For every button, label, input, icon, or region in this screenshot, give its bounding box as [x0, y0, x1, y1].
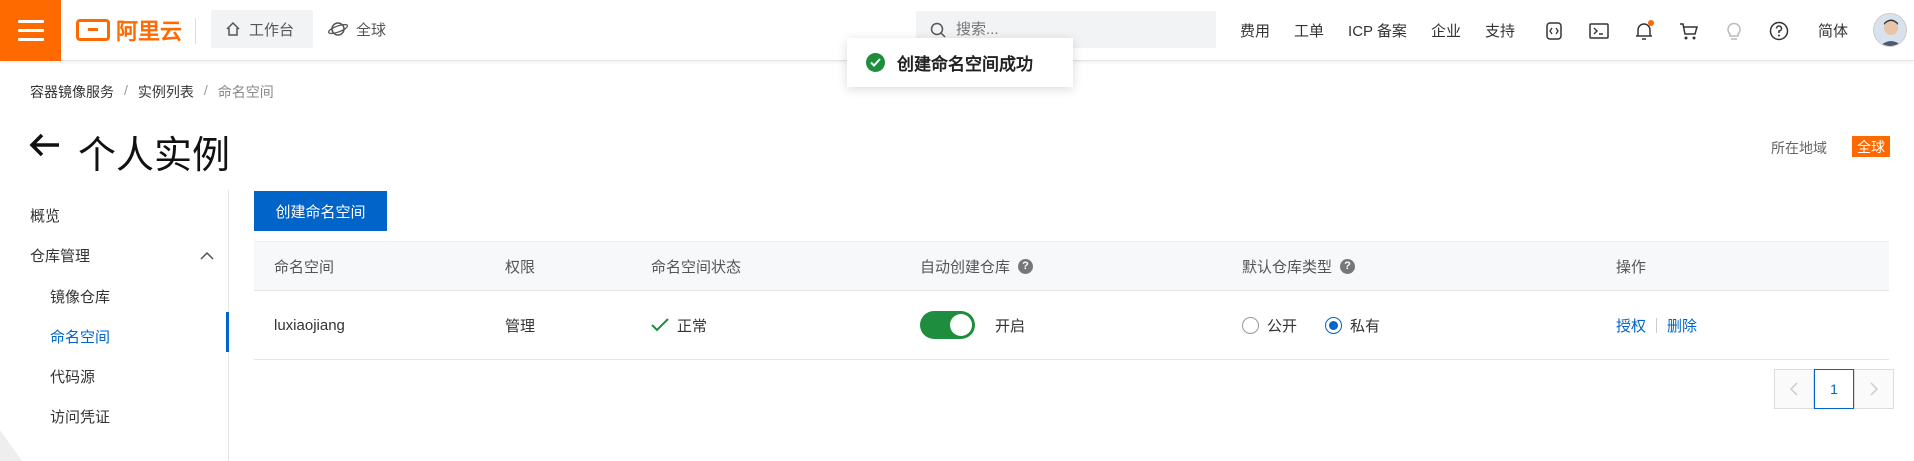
breadcrumb-instances[interactable]: 实例列表 [138, 82, 194, 102]
global-label: 全球 [356, 21, 387, 39]
search-icon [930, 22, 946, 38]
col-auto-create-label: 自动创建仓库 [920, 258, 1011, 276]
language-switch[interactable]: 简体 [1818, 0, 1848, 61]
page-number[interactable]: 1 [1814, 369, 1854, 409]
hamburger-menu-button[interactable] [0, 0, 61, 61]
logo-mark-icon [76, 19, 110, 41]
authorize-link[interactable]: 授权 [1616, 315, 1646, 336]
actions-cell: 授权 删除 [1616, 291, 1697, 359]
col-namespace: 命名空间 [274, 258, 335, 276]
chevron-up-icon[interactable] [200, 247, 214, 264]
sidebar-item-credentials[interactable]: 访问凭证 [50, 406, 110, 427]
sidebar-item-repositories[interactable]: 镜像仓库 [50, 286, 110, 307]
table-header: 命名空间 权限 命名空间状态 自动创建仓库 ? 默认仓库类型 ? 操作 [254, 241, 1889, 291]
auto-create-cell: 开启 [920, 291, 1025, 359]
region-badge: 全球 [1852, 136, 1890, 157]
link-support[interactable]: 支持 [1485, 20, 1515, 41]
active-indicator [226, 312, 229, 352]
global-region-button[interactable]: 全球 [328, 10, 386, 48]
radio-private[interactable] [1325, 316, 1343, 334]
region-label: 所在地域 [1771, 140, 1827, 156]
radio-public-label: 公开 [1267, 317, 1298, 335]
auto-create-toggle[interactable] [920, 311, 975, 339]
toast-message: 创建命名空间成功 [897, 55, 1033, 74]
breadcrumb-sep: / [124, 82, 128, 98]
radio-public[interactable] [1242, 316, 1259, 334]
page-title: 个人实例 [78, 135, 231, 177]
success-check-icon [866, 53, 885, 72]
status-cell: 正常 [651, 291, 707, 359]
col-actions: 操作 [1616, 258, 1647, 276]
status-value: 正常 [677, 317, 708, 335]
workbench-label: 工作台 [249, 21, 295, 39]
aliyun-logo[interactable]: 阿里云 [76, 15, 182, 45]
col-auto-create: 自动创建仓库 ? [920, 242, 1034, 290]
success-toast: 创建命名空间成功 [847, 38, 1073, 87]
bell-icon[interactable] [1633, 19, 1655, 42]
table-row: luxiaojiang 管理 正常 开启 公开 私有 授权 删除 [254, 291, 1889, 360]
avatar[interactable] [1873, 13, 1907, 47]
notification-dot [1648, 19, 1654, 26]
terminal-icon[interactable] [1588, 20, 1610, 42]
help-icon[interactable]: ? [1340, 258, 1356, 274]
col-default-type: 默认仓库类型 ? [1242, 242, 1356, 290]
home-icon [226, 21, 240, 36]
back-arrow-icon[interactable] [28, 132, 62, 162]
next-page-button[interactable] [1854, 369, 1894, 409]
chevron-left-icon [1790, 382, 1798, 396]
permission-value: 管理 [505, 317, 536, 335]
delete-link[interactable]: 删除 [1667, 315, 1697, 336]
breadcrumb-current: 命名空间 [217, 84, 274, 100]
col-status: 命名空间状态 [651, 258, 742, 276]
create-namespace-button[interactable]: 创建命名空间 [254, 191, 387, 231]
help-icon[interactable]: ? [1018, 258, 1034, 274]
top-icons [1543, 0, 1790, 61]
link-ticket[interactable]: 工单 [1294, 20, 1324, 41]
col-permission: 权限 [505, 258, 536, 276]
radio-private-label: 私有 [1350, 317, 1381, 335]
link-icp[interactable]: ICP 备案 [1348, 20, 1407, 41]
search-input[interactable] [956, 21, 1196, 38]
sidebar-item-code-source[interactable]: 代码源 [50, 366, 95, 387]
link-billing[interactable]: 费用 [1240, 20, 1270, 41]
sidebar-group-repo-mgmt[interactable]: 仓库管理 [30, 245, 90, 266]
link-enterprise[interactable]: 企业 [1431, 20, 1461, 41]
breadcrumb-cr[interactable]: 容器镜像服务 [30, 82, 114, 102]
sidebar-item-namespaces[interactable]: 命名空间 [50, 326, 110, 347]
auto-create-value: 开启 [995, 317, 1026, 335]
namespace-name: luxiaojiang [274, 316, 345, 334]
namespace-table: 命名空间 权限 命名空间状态 自动创建仓库 ? 默认仓库类型 ? 操作 luxi… [254, 241, 1889, 360]
workbench-button[interactable]: 工作台 [211, 10, 313, 48]
breadcrumb: 容器镜像服务 / 实例列表 / 命名空间 [30, 82, 274, 102]
col-default-type-label: 默认仓库类型 [1242, 258, 1333, 276]
breadcrumb-sep: / [203, 82, 208, 98]
lightbulb-icon[interactable] [1723, 20, 1745, 42]
globe-icon [328, 22, 348, 36]
cart-icon[interactable] [1678, 20, 1700, 42]
pagination: 1 [1774, 369, 1894, 409]
check-icon [651, 318, 669, 332]
sidebar [0, 190, 229, 461]
divider [1656, 317, 1658, 333]
divider [195, 18, 196, 44]
prev-page-button[interactable] [1774, 369, 1814, 409]
help-icon[interactable] [1768, 20, 1790, 42]
default-type-cell: 公开 私有 [1242, 291, 1380, 359]
chevron-right-icon [1870, 382, 1878, 396]
sidebar-item-overview[interactable]: 概览 [30, 205, 60, 226]
top-links: 费用 工单 ICP 备案 企业 支持 [1240, 0, 1515, 61]
code-icon[interactable] [1543, 20, 1565, 42]
logo-text: 阿里云 [116, 19, 183, 44]
corner-decoration [0, 430, 22, 461]
